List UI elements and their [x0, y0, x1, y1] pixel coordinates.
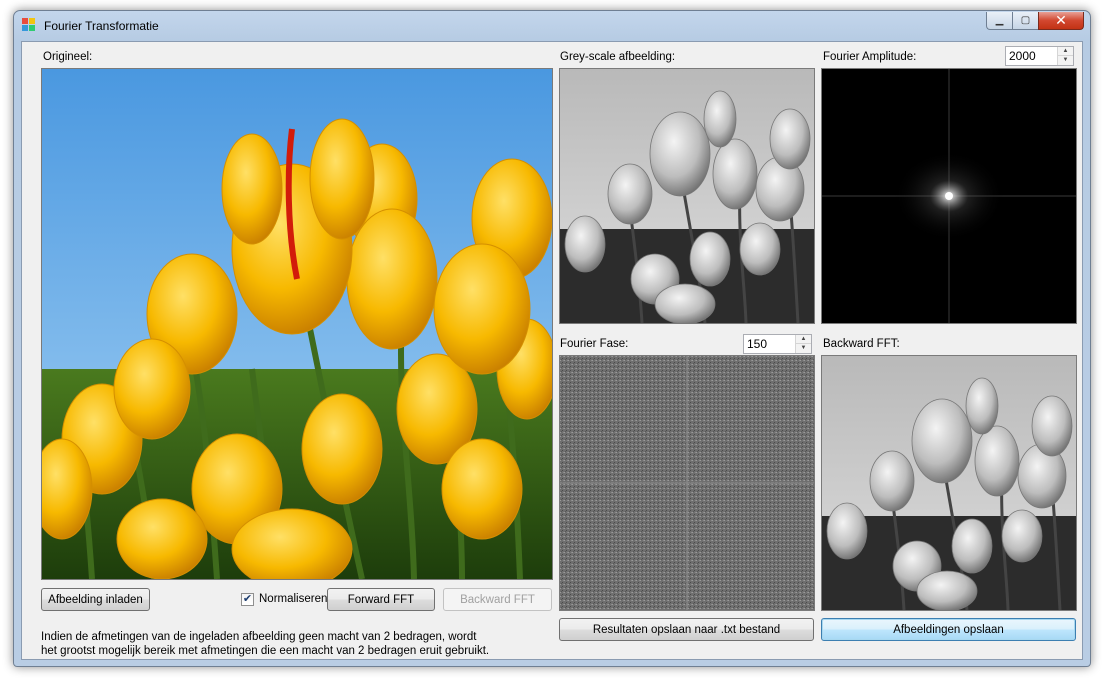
fourier-phase-image — [559, 355, 815, 611]
save-images-button[interactable]: Afbeeldingen opslaan — [821, 618, 1076, 641]
spin-down-icon[interactable]: ▼ — [1058, 56, 1073, 65]
greyscale-label: Grey-scale afbeelding: — [560, 51, 676, 63]
title-bar[interactable]: Fourier Transformatie ▁ ▢ ✕ — [14, 11, 1090, 41]
minimize-button[interactable]: ▁ — [986, 12, 1012, 30]
main-window: Fourier Transformatie ▁ ▢ ✕ Origineel: G… — [13, 10, 1091, 667]
amplitude-scale-value[interactable]: 2000 — [1009, 49, 1036, 63]
close-button[interactable]: ✕ — [1038, 12, 1084, 30]
load-image-button[interactable]: Afbeelding inladen — [41, 588, 150, 611]
phase-scale-spinner[interactable]: 150 ▲ ▼ — [743, 334, 812, 354]
spin-up-icon[interactable]: ▲ — [796, 335, 811, 344]
client-area: Origineel: Grey-scale afbeelding: Fourie… — [21, 41, 1083, 660]
normalize-checkbox[interactable]: ✔ — [241, 593, 254, 606]
phase-label: Fourier Fase: — [560, 338, 629, 350]
save-results-txt-button[interactable]: Resultaten opslaan naar .txt bestand — [559, 618, 814, 641]
info-note: Indien de afmetingen van de ingeladen af… — [41, 631, 490, 657]
backward-label: Backward FFT: — [823, 338, 900, 350]
phase-scale-value[interactable]: 150 — [747, 337, 767, 351]
app-icon — [22, 18, 36, 32]
window-title: Fourier Transformatie — [44, 19, 159, 33]
original-image — [41, 68, 553, 580]
original-label: Origineel: — [43, 51, 93, 63]
maximize-button[interactable]: ▢ — [1012, 12, 1038, 30]
amplitude-label: Fourier Amplitude: — [823, 51, 917, 63]
spin-down-icon[interactable]: ▼ — [796, 344, 811, 353]
greyscale-image — [559, 68, 815, 324]
backward-fft-image — [821, 355, 1077, 611]
normalize-label[interactable]: Normaliseren — [259, 593, 327, 605]
backward-fft-button[interactable]: Backward FFT — [443, 588, 552, 611]
fourier-amplitude-image — [821, 68, 1077, 324]
spin-up-icon[interactable]: ▲ — [1058, 47, 1073, 56]
forward-fft-button[interactable]: Forward FFT — [327, 588, 435, 611]
amplitude-scale-spinner[interactable]: 2000 ▲ ▼ — [1005, 46, 1074, 66]
